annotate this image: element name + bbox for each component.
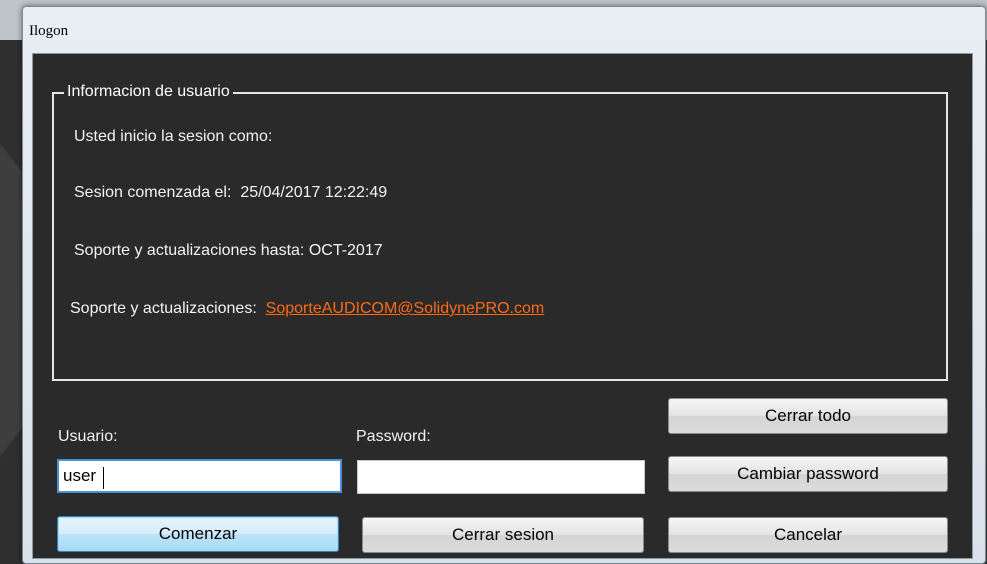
- password-label: Password:: [356, 428, 431, 445]
- user-input[interactable]: user: [57, 459, 342, 493]
- logon-dialog: Ilogon Informacion de usuario Usted inic…: [22, 6, 986, 564]
- support-until-value: OCT-2017: [308, 242, 383, 259]
- text-caret: [103, 467, 104, 489]
- cancel-label: Cancelar: [773, 525, 843, 544]
- user-info-group: Informacion de usuario Usted inicio la s…: [52, 83, 948, 381]
- support-until-text: Soporte y actualizaciones hasta: OCT-201…: [74, 242, 383, 260]
- support-email-link[interactable]: SoporteAUDICOM@SolidynePRO.com: [266, 300, 545, 317]
- logout-button[interactable]: Cerrar sesion: [362, 517, 644, 553]
- change-password-button[interactable]: Cambiar password: [668, 456, 948, 492]
- start-label: Comenzar: [158, 524, 238, 543]
- start-button[interactable]: Comenzar: [57, 516, 339, 552]
- support-contact-text: Soporte y actualizaciones: SoporteAUDICO…: [70, 300, 544, 318]
- support-contact-label: Soporte y actualizaciones:: [70, 300, 257, 317]
- cancel-button[interactable]: Cancelar: [668, 517, 948, 553]
- logged-in-as-text: Usted inicio la sesion como:: [74, 128, 272, 146]
- user-label: Usuario:: [58, 428, 118, 445]
- dialog-title: Ilogon: [29, 23, 69, 39]
- dialog-client-area: Informacion de usuario Usted inicio la s…: [32, 53, 973, 559]
- user-input-value: user: [63, 466, 97, 485]
- session-started-text: Sesion comenzada el: 25/04/2017 12:22:49: [74, 184, 387, 202]
- session-started-label: Sesion comenzada el:: [74, 184, 232, 201]
- support-until-label: Soporte y actualizaciones hasta:: [74, 242, 305, 259]
- session-started-value: 25/04/2017 12:22:49: [240, 184, 388, 201]
- user-info-legend: Informacion de usuario: [64, 83, 233, 101]
- logged-in-as-label: Usted inicio la sesion como:: [74, 128, 273, 145]
- password-input[interactable]: [357, 460, 645, 494]
- logout-label: Cerrar sesion: [451, 525, 555, 544]
- close-all-label: Cerrar todo: [765, 406, 851, 425]
- change-password-label: Cambiar password: [737, 464, 879, 483]
- close-all-button[interactable]: Cerrar todo: [668, 398, 948, 434]
